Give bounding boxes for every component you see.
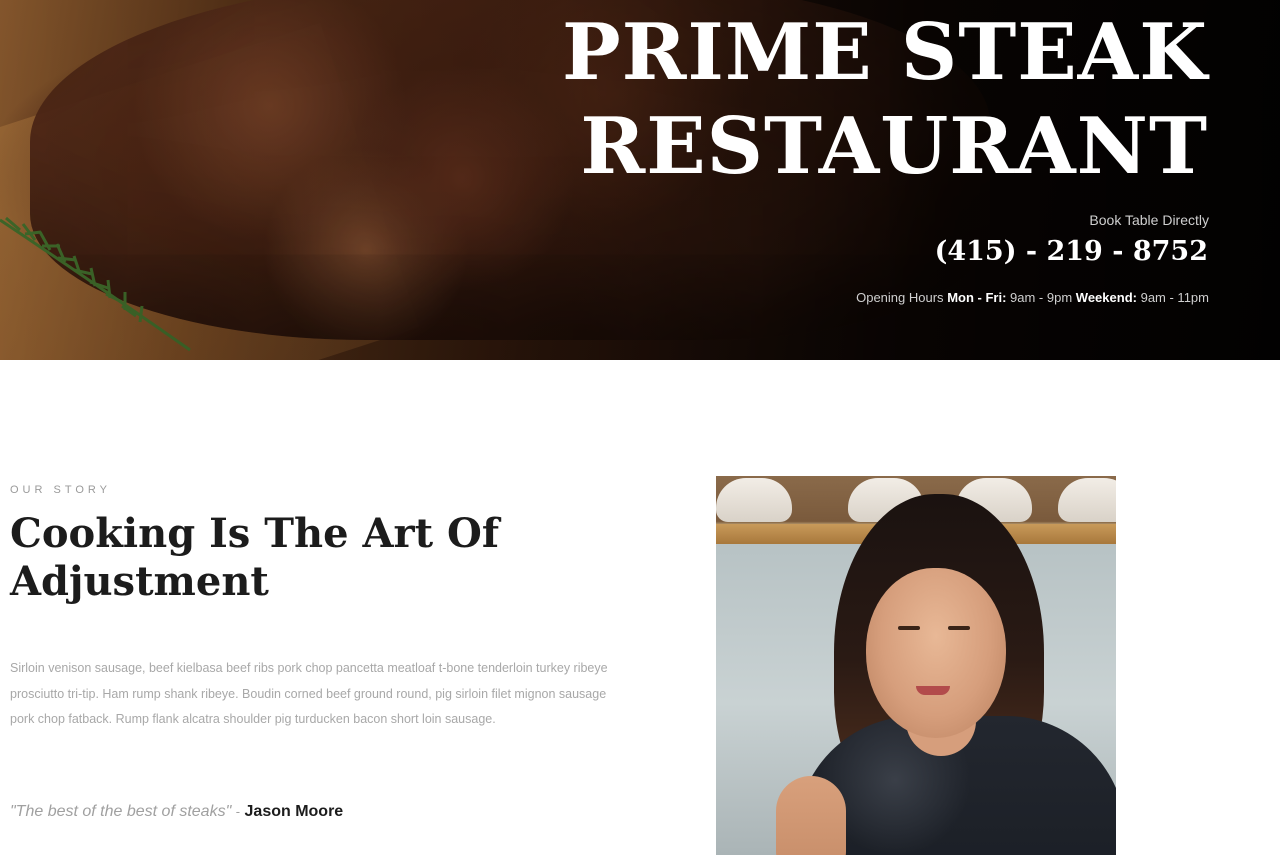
weekend-label: Weekend: [1075, 290, 1137, 305]
testimonial-quote: "The best of the best of steaks" - Jason… [10, 803, 343, 821]
title-line-1: PRIME STEAK [561, 7, 1208, 98]
heading-line-1: Cooking Is The Art Of [10, 510, 500, 557]
story-paragraph: Sirloin venison sausage, beef kielbasa b… [10, 661, 608, 726]
restaurant-title: PRIME STEAK RESTAURANT [508, 6, 1208, 194]
weekday-time: 9am - 9pm [1010, 290, 1073, 305]
section-heading: Cooking Is The Art Of Adjustment [10, 510, 630, 606]
chef-smile [916, 686, 950, 695]
chef-eye-right [948, 626, 970, 630]
chef-face [866, 568, 1006, 738]
quote-author: Jason Moore [244, 803, 344, 820]
opening-hours: Opening Hours Mon - Fri: 9am - 9pm Weeke… [856, 290, 1209, 305]
hours-label: Opening Hours [856, 290, 944, 305]
phone-number-link[interactable]: (415) - 219 - 8752 [935, 236, 1208, 267]
weekday-label: Mon - Fri: [947, 290, 1007, 305]
chef-eye-left [898, 626, 920, 630]
book-table-label: Book Table Directly [1089, 212, 1209, 228]
hero-banner: PRIME STEAK RESTAURANT Book Table Direct… [0, 0, 1280, 360]
quote-text: "The best of the best of steaks" [10, 803, 232, 820]
title-line-2: RESTAURANT [580, 101, 1208, 192]
weekend-time: 9am - 11pm [1140, 290, 1209, 305]
chef-photo [716, 476, 1116, 855]
chef-arm [776, 776, 846, 855]
section-eyebrow: OUR STORY [10, 484, 111, 496]
heading-line-2: Adjustment [10, 558, 269, 605]
quote-separator: - [235, 804, 241, 819]
